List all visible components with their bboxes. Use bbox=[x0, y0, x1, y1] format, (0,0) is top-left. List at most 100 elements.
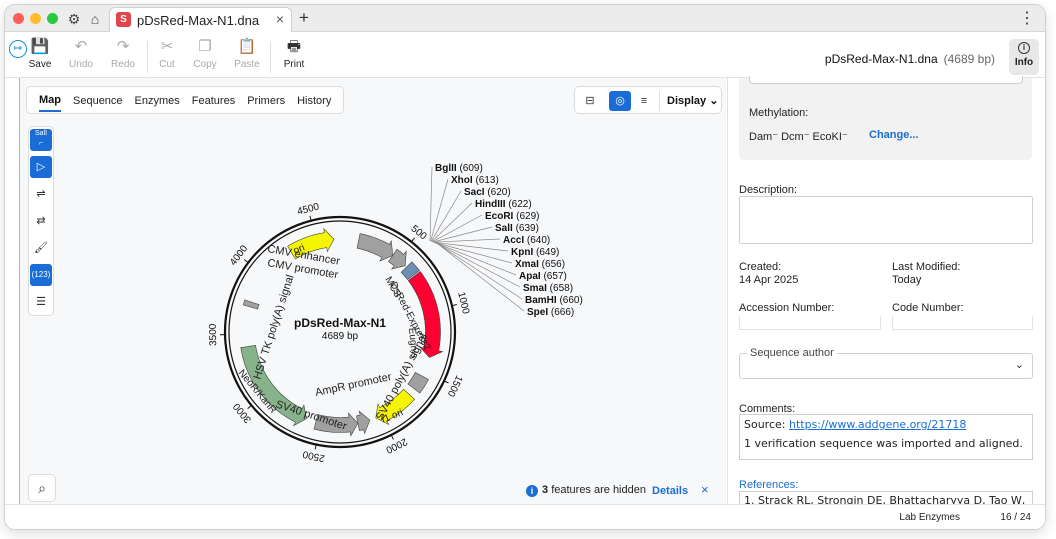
enzyme-leader-line bbox=[434, 242, 513, 264]
enzyme-leader-line bbox=[436, 242, 523, 300]
enzyme-label: SalI (639) bbox=[495, 223, 539, 234]
enzyme-count: 16 / 24 bbox=[1000, 512, 1031, 523]
undo-button[interactable]: ↶ Undo bbox=[60, 37, 102, 70]
map-view: Map Sequence Enzymes Features Primers Hi… bbox=[19, 78, 726, 504]
tick-mark bbox=[243, 259, 249, 264]
close-notice-icon[interactable]: × bbox=[701, 482, 709, 497]
tick-label: 3500 bbox=[208, 323, 220, 346]
last-modified-label: Last Modified: bbox=[892, 261, 961, 273]
info-icon: i bbox=[1018, 42, 1030, 54]
details-link[interactable]: Details bbox=[652, 485, 688, 497]
info-panel: Methylation: Dam⁻ Dcm⁻ EcoKI⁻ Change... … bbox=[727, 76, 1045, 511]
addgene-link[interactable]: https://www.addgene.org/21718 bbox=[789, 418, 966, 431]
enzyme-leader-line bbox=[432, 214, 483, 243]
print-button[interactable]: 🖶 Print bbox=[273, 37, 315, 70]
change-methylation-link[interactable]: Change... bbox=[869, 129, 919, 141]
enzyme-leader-line bbox=[435, 242, 521, 288]
home-icon[interactable]: ⌂ bbox=[86, 10, 104, 28]
status-bar: Lab Enzymes 16 / 24 bbox=[5, 504, 1045, 529]
cut-button[interactable]: ✂ Cut bbox=[146, 37, 188, 70]
comments-line-2: 1 verification sequence was imported and… bbox=[744, 437, 1023, 450]
feature-arrow-ampr-promoter bbox=[356, 410, 371, 435]
accession-number-label: Accession Number: bbox=[739, 302, 835, 314]
enzyme-label: EcoRI (629) bbox=[485, 211, 539, 222]
enzyme-label: HindIII (622) bbox=[475, 199, 532, 210]
sequence-author-select[interactable]: Sequence author ⌄ bbox=[739, 347, 1033, 379]
plasmid-name: pDsRed-Max-N1 bbox=[294, 316, 386, 330]
printer-icon: 🖶 bbox=[286, 38, 302, 55]
enzyme-label: SpeI (666) bbox=[527, 307, 574, 318]
chevron-down-icon: ⌄ bbox=[1014, 359, 1024, 371]
tick-mark bbox=[411, 237, 415, 243]
undo-icon: ↶ bbox=[74, 38, 88, 55]
feature-label: HSV TK poly(A) signal bbox=[251, 273, 296, 381]
print-label: Print bbox=[283, 59, 305, 70]
methylation-box: Methylation: Dam⁻ Dcm⁻ EcoKI⁻ Change... bbox=[739, 76, 1032, 160]
copy-label: Copy bbox=[193, 59, 217, 70]
hidden-count: 3 bbox=[542, 484, 549, 496]
enzyme-leader-line bbox=[431, 202, 473, 242]
enzyme-label: BamHI (660) bbox=[525, 295, 583, 306]
enzyme-leader-line bbox=[430, 190, 462, 242]
feature-arrow-sv40-poly-a-signal bbox=[407, 372, 429, 394]
redo-button[interactable]: ↷ Redo bbox=[102, 37, 144, 70]
copy-icon: ❐ bbox=[198, 38, 212, 55]
enzyme-set-name[interactable]: Lab Enzymes bbox=[899, 512, 960, 523]
tab-close-icon[interactable]: × bbox=[276, 11, 284, 27]
document-tab[interactable]: S pDsRed-Max-N1.dna × bbox=[109, 7, 292, 32]
document-name: pDsRed-Max-N1.dna bbox=[824, 52, 938, 66]
enzyme-label: AccI (640) bbox=[503, 235, 550, 246]
minimize-window-button[interactable] bbox=[30, 13, 41, 24]
comments-source-prefix: Source: bbox=[744, 418, 789, 431]
tick-label: 1000 bbox=[455, 291, 471, 316]
more-menu-icon[interactable]: ⋮ bbox=[1019, 8, 1035, 28]
accession-number-field[interactable] bbox=[739, 316, 881, 330]
hidden-features-notice: i3 features are hidden bbox=[526, 484, 646, 497]
paste-button[interactable]: 📋 Paste bbox=[226, 37, 268, 70]
document-title: pDsRed-Max-N1.dna (4689 bp) bbox=[825, 52, 995, 66]
save-label: Save bbox=[28, 59, 52, 70]
info-button[interactable]: i Info bbox=[1009, 39, 1039, 75]
enzyme-label: BglII (609) bbox=[435, 163, 483, 174]
feature-arrow-cmv-enhancer bbox=[356, 233, 394, 262]
info-label: Info bbox=[1014, 57, 1034, 68]
comments-field[interactable]: Source: https://www.addgene.org/21718 1 … bbox=[739, 414, 1033, 460]
code-number-label: Code Number: bbox=[892, 302, 964, 314]
enzyme-label: XmaI (656) bbox=[515, 259, 565, 270]
settings-gear-icon[interactable]: ⚙ bbox=[65, 10, 83, 28]
close-window-button[interactable] bbox=[13, 13, 24, 24]
enzyme-leader-line bbox=[435, 242, 517, 276]
enzyme-label: SmaI (658) bbox=[523, 283, 573, 294]
redo-label: Redo bbox=[111, 59, 135, 70]
references-label[interactable]: References: bbox=[739, 479, 798, 491]
copy-button[interactable]: ❐ Copy bbox=[184, 37, 226, 70]
tick-label: 2000 bbox=[384, 435, 409, 455]
tab-title: pDsRed-Max-N1.dna bbox=[137, 13, 260, 28]
zoom-window-button[interactable] bbox=[47, 13, 58, 24]
scissors-icon: ✂ bbox=[160, 38, 174, 55]
description-field[interactable] bbox=[739, 196, 1033, 244]
plasmid-map: 50010001500200025003000350040004500oriCM… bbox=[208, 163, 583, 463]
document-length: (4689 bp) bbox=[943, 52, 995, 66]
new-tab-icon[interactable]: + bbox=[299, 8, 309, 28]
enzyme-label: KpnI (649) bbox=[511, 247, 559, 258]
methylation-values: Dam⁻ Dcm⁻ EcoKI⁻ bbox=[749, 131, 848, 143]
search-icon[interactable]: ⌕ bbox=[28, 474, 56, 502]
tick-label: 2500 bbox=[301, 448, 325, 463]
toolbar: 💾 Save ↶ Undo ↷ Redo ✂ Cut ❐ Copy 📋 Past… bbox=[5, 32, 1045, 78]
code-number-field[interactable] bbox=[892, 316, 1033, 330]
tick-label: 1500 bbox=[445, 373, 465, 398]
redo-icon: ↷ bbox=[116, 38, 130, 55]
sidebar-toggle-icon[interactable]: ↦ bbox=[9, 40, 27, 58]
tick-mark bbox=[247, 405, 252, 409]
sequence-author-legend: Sequence author bbox=[747, 347, 837, 359]
info-circle-icon: i bbox=[526, 485, 538, 497]
created-label: Created: bbox=[739, 261, 782, 273]
snapgene-logo-icon: S bbox=[116, 12, 131, 27]
enzyme-label: ApaI (657) bbox=[519, 271, 567, 282]
title-bar: ⚙ ⌂ S pDsRed-Max-N1.dna × + ⋮ bbox=[5, 5, 1045, 32]
hidden-text: features are hidden bbox=[551, 484, 646, 496]
scrolled-field-stub bbox=[749, 76, 1023, 84]
enzyme-label: XhoI (613) bbox=[451, 175, 499, 186]
created-value: 14 Apr 2025 bbox=[739, 274, 799, 286]
